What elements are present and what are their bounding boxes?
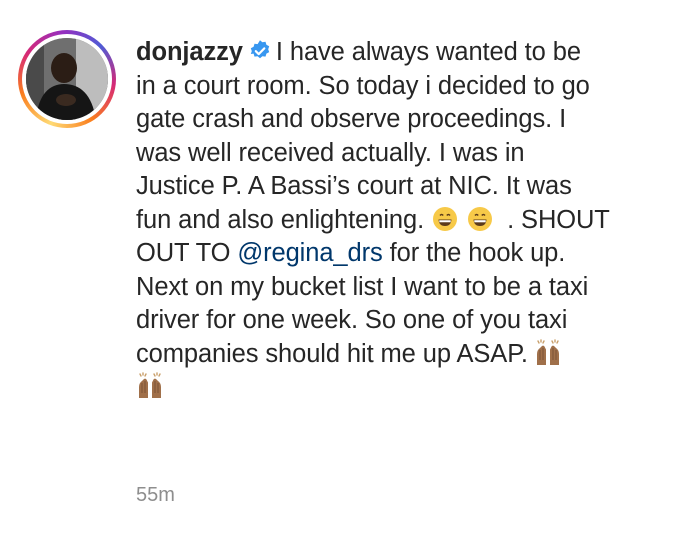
verified-badge-icon — [250, 40, 270, 59]
instagram-comment: donjazzy I have always wanted to be in a … — [0, 0, 700, 549]
caption-line-8: Next on my bucket list I want to be a ta… — [136, 272, 589, 301]
caption-text-1: I have always wanted to be — [275, 38, 581, 66]
username-link[interactable]: donjazzy — [136, 38, 243, 66]
caption-line-11 — [136, 371, 684, 405]
caption-line-10: companies should hit me up ASAP. — [136, 338, 684, 372]
caption-line-1: donjazzy I have always wanted to be — [136, 36, 684, 70]
caption-line-2: in a court room. So today i decided to g… — [136, 71, 590, 100]
caption-line-6: fun and also enlightening. . SHOUT — [136, 204, 684, 238]
mention-link[interactable]: @regina_drs — [237, 239, 382, 267]
caption-line-4: was well received actually. I was in — [136, 138, 525, 167]
caption-line-9: driver for one week. So one of you taxi — [136, 306, 568, 334]
post-timestamp: 55m — [136, 484, 175, 506]
caption-text-6b: . SHOUT — [507, 205, 610, 234]
avatar-photo — [26, 38, 108, 120]
caption-text-6: fun and also enlightening. — [136, 205, 425, 234]
avatar[interactable] — [26, 38, 108, 120]
avatar-ring-gap — [22, 34, 112, 124]
grinning-face-emoji-icon — [433, 206, 458, 231]
caption-text-10: companies should hit me up ASAP. — [136, 339, 528, 368]
grinning-face-emoji-icon — [468, 206, 493, 231]
caption-line-5: Justice P. A Bassi’s court at NIC. It wa… — [136, 172, 572, 200]
caption-line-7: OUT TO @regina_drs for the hook up. — [136, 237, 684, 271]
caption-line-3: gate crash and observe proceedings. I — [136, 105, 567, 133]
caption-text-7: OUT TO — [136, 239, 231, 267]
raising-hands-emoji-icon — [139, 372, 161, 398]
raising-hands-emoji-icon — [536, 338, 559, 365]
caption-text-7b: for the hook up. — [389, 239, 566, 267]
avatar-story-ring[interactable] — [18, 30, 116, 128]
caption: donjazzy I have always wanted to be in a … — [136, 36, 684, 405]
